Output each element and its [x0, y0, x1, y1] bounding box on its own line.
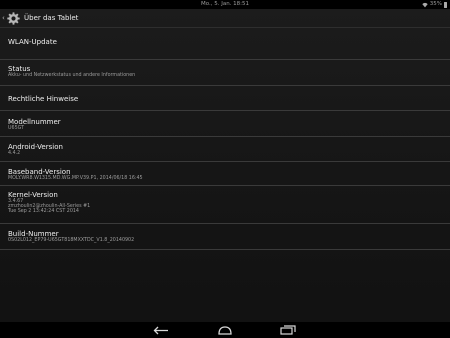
battery-percent: 35%: [429, 1, 442, 7]
page-title: Über das Tablet: [24, 14, 79, 22]
item-title: Android-Version: [8, 143, 63, 151]
action-bar: ‹ Über das Tablet: [0, 9, 450, 27]
list-item-legal[interactable]: Rechtliche Hinweise: [0, 86, 450, 111]
item-title: Modellnummer: [8, 118, 61, 126]
list-item-wlan-update[interactable]: WLAN-Update: [0, 28, 450, 60]
item-title: Kernel-Version: [8, 191, 58, 199]
list-item-kernel: Kernel-Version 3.4.67 zmzhoulin2@zhoulin…: [0, 186, 450, 224]
status-bar: Mo., 5. Jan. 18:51 35%: [0, 0, 450, 9]
status-icons: 35%: [422, 0, 447, 9]
item-subtitle: 0S02L012_EP79-U65GT818MXXTDC_V1.8_201409…: [8, 238, 135, 243]
item-subtitle: MOLY.WR8.W1315.MD.WG.MP.V39.P1, 2014/06/…: [8, 176, 143, 181]
item-subtitle: 4.4.2: [8, 151, 21, 156]
list-item-android-version[interactable]: Android-Version 4.4.2: [0, 137, 450, 162]
list-item-status[interactable]: Status Akku- und Netzwerkstatus und ande…: [0, 60, 450, 86]
gear-icon[interactable]: [7, 11, 20, 25]
back-arrow-icon[interactable]: [151, 324, 171, 336]
item-subtitle: Tue Sep 2 13:42:24 CST 2014: [8, 209, 79, 214]
list-item-model: Modellnummer U65GT: [0, 111, 450, 137]
recent-apps-icon[interactable]: [278, 324, 298, 336]
navigation-bar: [0, 322, 450, 338]
home-icon[interactable]: [215, 324, 235, 336]
item-title: WLAN-Update: [8, 38, 57, 46]
wifi-icon: [422, 2, 428, 7]
item-title: Build-Nummer: [8, 230, 59, 238]
item-subtitle: U65GT: [8, 126, 25, 131]
list-item-baseband: Baseband-Version MOLY.WR8.W1315.MD.WG.MP…: [0, 162, 450, 186]
item-title: Baseband-Version: [8, 168, 71, 176]
settings-screen: Mo., 5. Jan. 18:51 35% ‹ Über das Tablet…: [0, 0, 450, 338]
item-title: Status: [8, 65, 31, 73]
battery-icon: [444, 1, 447, 8]
list-item-build-number[interactable]: Build-Nummer 0S02L012_EP79-U65GT818MXXTD…: [0, 224, 450, 250]
status-clock: Mo., 5. Jan. 18:51: [200, 1, 250, 7]
item-title: Rechtliche Hinweise: [8, 95, 79, 103]
item-subtitle: Akku- und Netzwerkstatus und andere Info…: [8, 73, 136, 78]
settings-list: WLAN-Update Status Akku- und Netzwerksta…: [0, 28, 450, 250]
